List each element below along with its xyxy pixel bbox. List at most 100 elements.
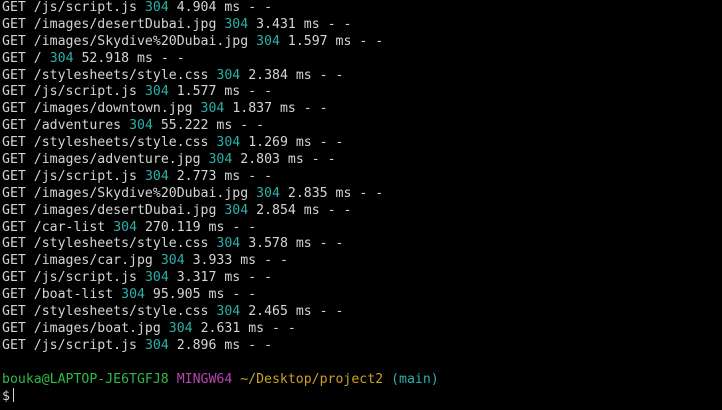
request-path: /boat-list xyxy=(33,287,114,303)
log-line: GET /js/script.js 304 1.577 ms - - xyxy=(2,84,720,101)
status-code: 304 xyxy=(168,320,193,336)
log-line: GET /images/downtown.jpg 304 1.837 ms - … xyxy=(2,101,720,118)
prompt-user-host: bouka@LAPTOP-JE6TGFJ8 xyxy=(2,371,169,387)
request-path: /images/Skydive%20Dubai.jpg xyxy=(33,33,249,49)
response-time: 4.904 ms - - xyxy=(176,0,273,15)
status-code: 304 xyxy=(216,236,241,252)
log-line: GET /stylesheets/style.css 304 2.465 ms … xyxy=(2,304,720,321)
response-time: 2.896 ms - - xyxy=(176,337,273,353)
status-code: 304 xyxy=(160,253,185,269)
response-time: 1.577 ms - - xyxy=(176,84,273,100)
response-time: 1.837 ms - - xyxy=(232,101,328,117)
http-method: GET xyxy=(2,135,26,151)
request-path: /stylesheets/style.css xyxy=(33,304,209,320)
response-time: 3.578 ms - - xyxy=(248,236,344,252)
http-method: GET xyxy=(2,168,26,184)
request-path: /stylesheets/style.css xyxy=(33,236,209,252)
http-method: GET xyxy=(2,33,26,49)
request-path: / xyxy=(33,50,42,66)
status-code: 304 xyxy=(216,304,241,320)
http-method: GET xyxy=(2,185,26,201)
status-code: 304 xyxy=(113,219,138,235)
status-code: 304 xyxy=(224,16,249,32)
log-line: GET /stylesheets/style.css 304 2.384 ms … xyxy=(2,68,720,85)
prompt-git-branch: (main) xyxy=(391,371,439,387)
request-path: /images/desertDubai.jpg xyxy=(33,202,217,218)
http-method: GET xyxy=(2,16,26,32)
log-line: GET /stylesheets/style.css 304 3.578 ms … xyxy=(2,236,720,253)
log-line: GET /images/boat.jpg 304 2.631 ms - - xyxy=(2,321,720,338)
log-line: GET /images/desertDubai.jpg 304 3.431 ms… xyxy=(2,17,720,34)
log-line: GET /images/adventure.jpg 304 2.803 ms -… xyxy=(2,152,720,169)
status-code: 304 xyxy=(144,270,169,286)
request-log: GET /js/script.js 304 4.904 ms - - GET /i… xyxy=(2,0,720,355)
command-input-line[interactable]: $ xyxy=(2,388,720,405)
status-code: 304 xyxy=(144,168,169,184)
request-path: /js/script.js xyxy=(33,0,137,15)
request-path: /car-list xyxy=(33,219,106,235)
terminal-window[interactable]: GET /js/script.js 304 4.904 ms - - GET /i… xyxy=(2,0,720,410)
status-code: 304 xyxy=(144,337,169,353)
http-method: GET xyxy=(2,101,26,117)
log-line: GET / 304 52.918 ms - - xyxy=(2,51,720,68)
log-line: GET /js/script.js 304 2.773 ms - - xyxy=(2,169,720,186)
http-method: GET xyxy=(2,67,26,83)
http-method: GET xyxy=(2,0,26,15)
status-code: 304 xyxy=(129,118,153,134)
status-code: 304 xyxy=(200,101,225,117)
status-code: 304 xyxy=(121,287,145,303)
http-method: GET xyxy=(2,287,26,303)
http-method: GET xyxy=(2,219,26,235)
request-path: /images/car.jpg xyxy=(33,253,153,269)
prompt-info-line: bouka@LAPTOP-JE6TGFJ8 MINGW64 ~/Desktop/… xyxy=(2,372,720,389)
response-time: 3.933 ms - - xyxy=(192,253,288,269)
status-code: 304 xyxy=(256,185,280,201)
status-code: 304 xyxy=(256,33,280,49)
response-time: 1.597 ms - - xyxy=(287,33,384,49)
log-line: GET /images/Skydive%20Dubai.jpg 304 2.83… xyxy=(2,186,720,203)
status-code: 304 xyxy=(216,135,241,151)
request-path: /stylesheets/style.css xyxy=(33,67,209,83)
log-line: GET /images/desertDubai.jpg 304 2.854 ms… xyxy=(2,203,720,220)
log-line: GET /js/script.js 304 3.317 ms - - xyxy=(2,270,720,287)
status-code: 304 xyxy=(49,50,74,66)
http-method: GET xyxy=(2,253,26,269)
response-time: 2.384 ms - - xyxy=(248,67,344,83)
request-path: /js/script.js xyxy=(33,337,137,353)
status-code: 304 xyxy=(216,67,241,83)
http-method: GET xyxy=(2,202,26,218)
request-path: /images/Skydive%20Dubai.jpg xyxy=(33,185,249,201)
response-time: 55.222 ms - - xyxy=(160,118,265,134)
status-code: 304 xyxy=(144,84,169,100)
text-cursor[interactable] xyxy=(12,388,14,403)
log-line: GET /stylesheets/style.css 304 1.269 ms … xyxy=(2,135,720,152)
request-path: /stylesheets/style.css xyxy=(33,135,209,151)
response-time: 2.854 ms - - xyxy=(256,202,352,218)
response-time: 95.905 ms - - xyxy=(152,287,257,303)
log-line: GET /images/Skydive%20Dubai.jpg 304 1.59… xyxy=(2,34,720,51)
response-time: 1.269 ms - - xyxy=(248,135,344,151)
prompt-symbol: $ xyxy=(2,389,10,405)
response-time: 2.773 ms - - xyxy=(176,168,273,184)
log-line: GET /images/car.jpg 304 3.933 ms - - xyxy=(2,253,720,270)
response-time: 2.465 ms - - xyxy=(248,304,344,320)
log-line: GET /adventures 304 55.222 ms - - xyxy=(2,118,720,135)
response-time: 270.119 ms - - xyxy=(144,219,257,235)
log-line: GET /js/script.js 304 4.904 ms - - xyxy=(2,0,720,17)
http-method: GET xyxy=(2,337,26,353)
http-method: GET xyxy=(2,304,26,320)
status-code: 304 xyxy=(144,0,169,15)
log-line: GET /boat-list 304 95.905 ms - - xyxy=(2,287,720,304)
response-time: 2.631 ms - - xyxy=(200,320,296,336)
http-method: GET xyxy=(2,152,26,168)
response-time: 2.835 ms - - xyxy=(287,185,384,201)
request-path: /js/script.js xyxy=(33,168,137,184)
response-time: 52.918 ms - - xyxy=(81,50,185,66)
log-line: GET /car-list 304 270.119 ms - - xyxy=(2,220,720,237)
response-time: 3.317 ms - - xyxy=(176,270,273,286)
prompt-environment: MINGW64 xyxy=(176,371,233,387)
status-code: 304 xyxy=(224,202,249,218)
response-time: 2.803 ms - - xyxy=(240,152,336,168)
request-path: /js/script.js xyxy=(33,84,137,100)
